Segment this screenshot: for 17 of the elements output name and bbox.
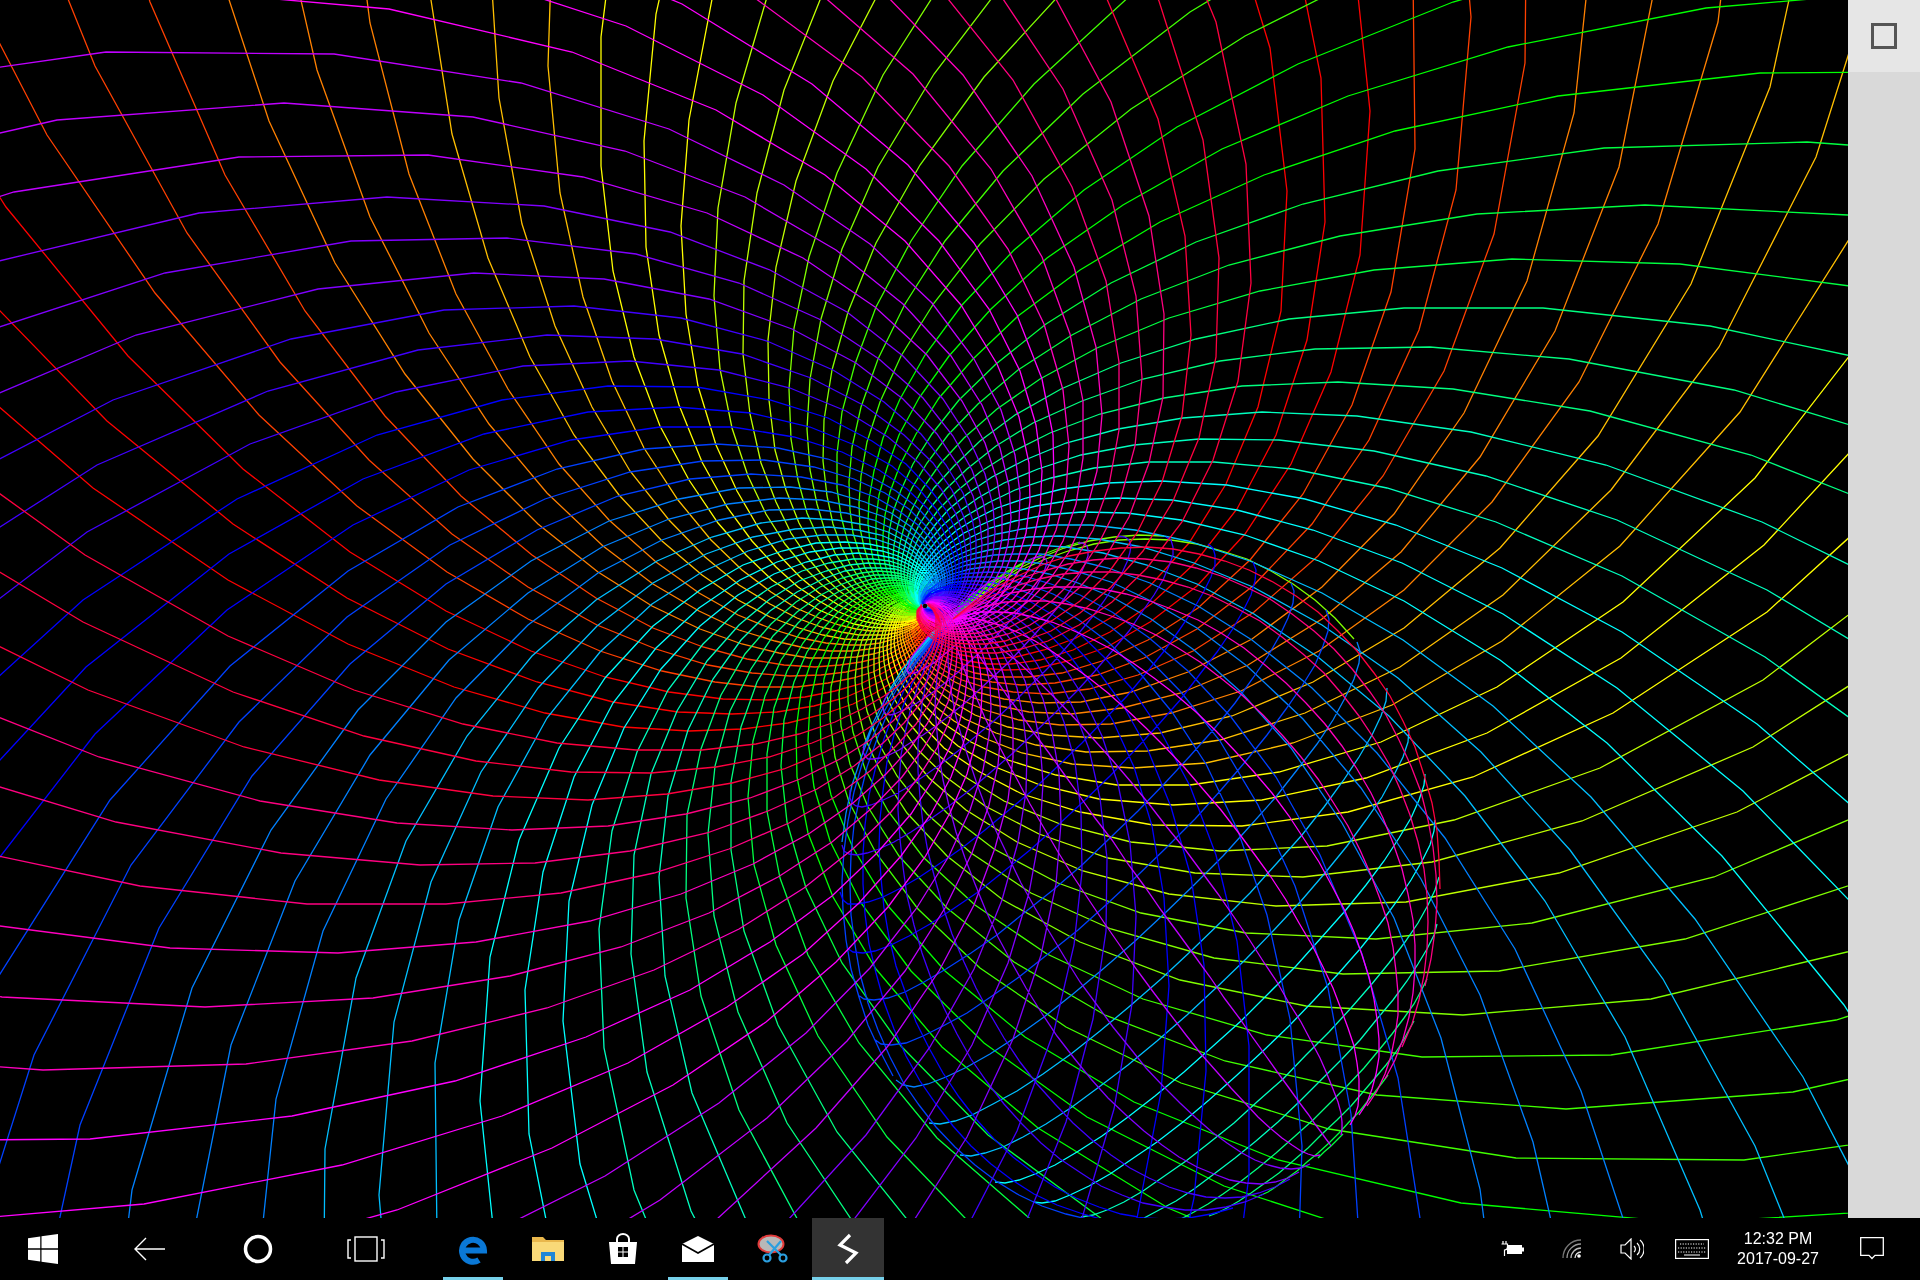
zigzag-app-button[interactable] <box>812 1218 884 1280</box>
clock-button[interactable]: 12:32 PM 2017-09-27 <box>1722 1218 1834 1280</box>
notification-icon <box>1860 1237 1884 1261</box>
maximize-button[interactable] <box>1848 0 1920 72</box>
windows-logo-icon <box>28 1234 58 1264</box>
volume-icon <box>1620 1238 1644 1260</box>
shopping-bag-icon <box>608 1233 638 1265</box>
circle-icon <box>243 1234 273 1264</box>
keyboard-icon <box>1675 1239 1709 1259</box>
battery-charging-icon <box>1500 1241 1524 1257</box>
envelope-icon <box>682 1236 714 1262</box>
wifi-icon <box>1562 1239 1582 1259</box>
folder-icon <box>532 1235 564 1263</box>
square-icon <box>1871 23 1897 49</box>
back-arrow-icon <box>134 1237 166 1261</box>
task-view-icon <box>347 1236 385 1262</box>
scissors-icon <box>757 1233 789 1265</box>
